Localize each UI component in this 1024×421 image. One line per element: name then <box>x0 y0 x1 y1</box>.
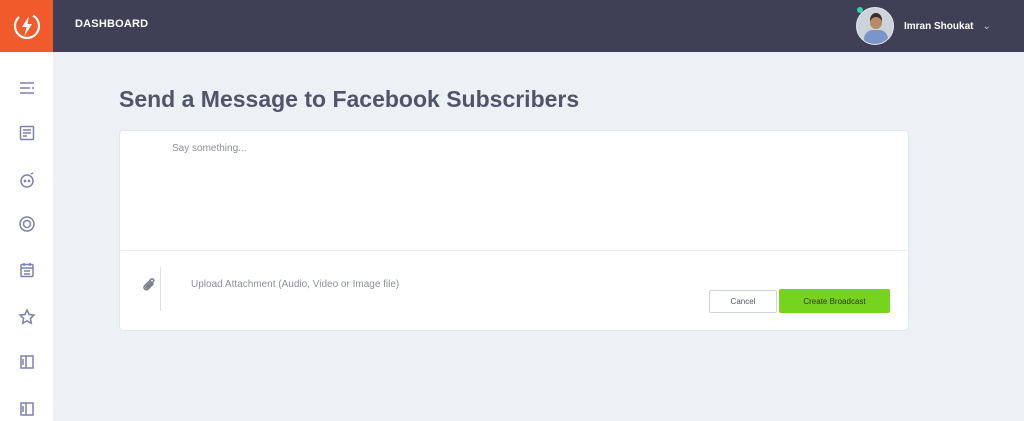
top-bar: DASHBOARD Imran Shoukat ⌄ <box>53 0 1024 52</box>
cancel-button[interactable]: Cancel <box>709 290 777 313</box>
sidebar-item-layout-alt[interactable] <box>17 399 37 419</box>
avatar[interactable] <box>856 7 894 45</box>
sidebar-item-target[interactable] <box>17 214 37 234</box>
create-broadcast-button[interactable]: Create Broadcast <box>779 289 890 313</box>
upload-attachment-link[interactable]: Upload Attachment (Audio, Video or Image… <box>191 279 399 290</box>
user-menu[interactable]: Imran Shoukat ⌄ <box>856 6 991 46</box>
divider <box>120 250 908 251</box>
calendar-icon <box>20 263 34 278</box>
sidebar-item-calendar[interactable] <box>17 260 37 280</box>
layout-icon <box>20 355 34 369</box>
lightning-bolt-icon <box>13 12 40 40</box>
attachment-divider <box>160 267 161 311</box>
star-icon <box>18 308 36 325</box>
message-input[interactable] <box>172 143 892 243</box>
chevron-down-icon[interactable]: ⌄ <box>982 21 990 32</box>
sidebar-item-chat[interactable] <box>17 170 37 190</box>
app-logo[interactable] <box>0 0 53 52</box>
target-icon <box>19 216 35 232</box>
chat-icon <box>20 172 34 188</box>
sidebar-item-documents[interactable] <box>17 123 37 143</box>
document-icon <box>19 125 35 141</box>
page-title: Send a Message to Facebook Subscribers <box>119 86 580 112</box>
layout-alt-icon <box>20 402 34 416</box>
paperclip-icon[interactable] <box>141 276 159 294</box>
sidebar-item-star[interactable] <box>17 307 37 327</box>
header-title: DASHBOARD <box>75 18 149 30</box>
sidebar <box>0 52 53 421</box>
sidebar-item-list[interactable] <box>17 78 37 98</box>
list-icon <box>20 82 34 94</box>
user-name[interactable]: Imran Shoukat <box>904 21 973 32</box>
sidebar-item-layout[interactable] <box>17 352 37 372</box>
broadcast-form: Upload Attachment (Audio, Video or Image… <box>119 130 909 331</box>
